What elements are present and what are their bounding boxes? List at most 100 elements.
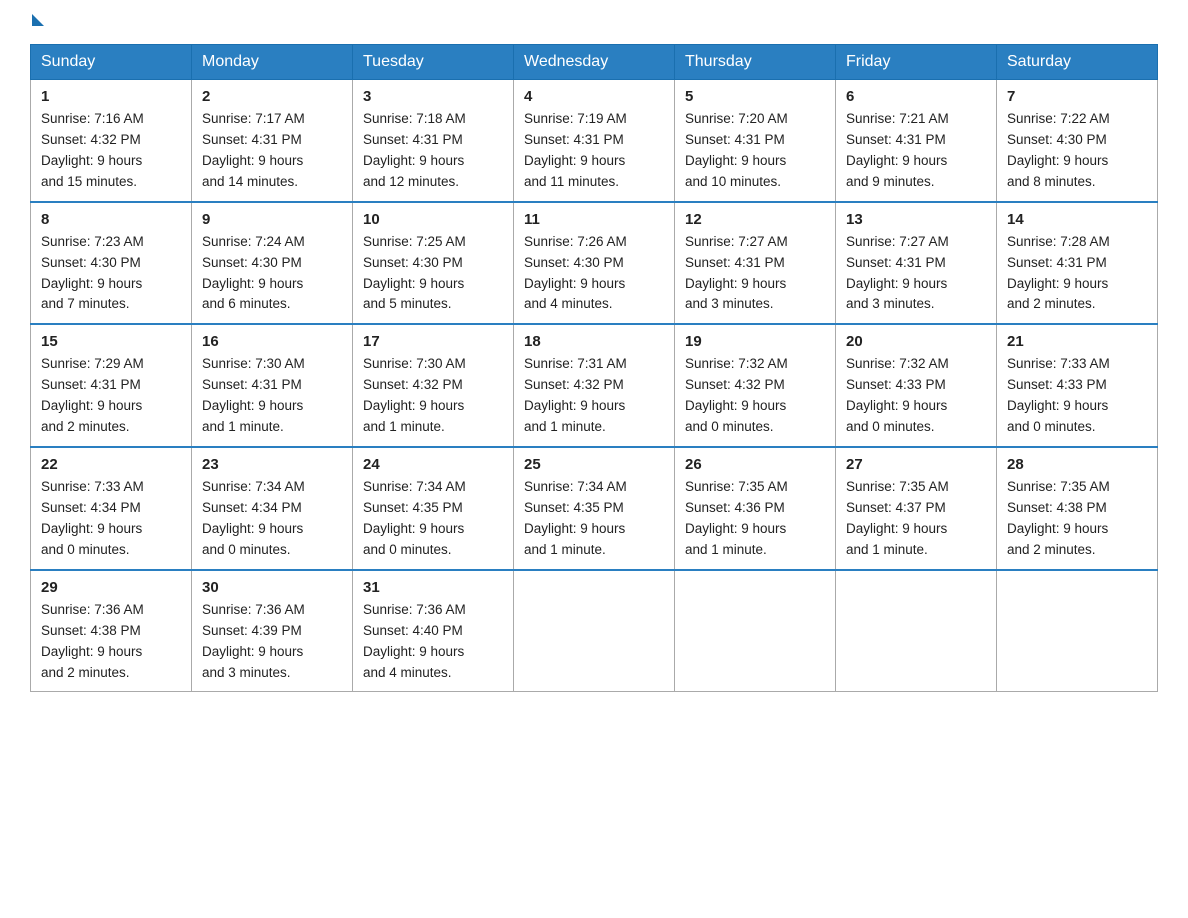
day-number: 23 <box>202 456 342 473</box>
day-info: Sunrise: 7:31 AMSunset: 4:32 PMDaylight:… <box>524 354 664 438</box>
calendar-day-cell: 7 Sunrise: 7:22 AMSunset: 4:30 PMDaylight… <box>997 80 1158 202</box>
day-number: 14 <box>1007 211 1147 228</box>
day-info: Sunrise: 7:35 AMSunset: 4:38 PMDaylight:… <box>1007 477 1147 561</box>
day-info: Sunrise: 7:34 AMSunset: 4:35 PMDaylight:… <box>363 477 503 561</box>
day-number: 17 <box>363 333 503 350</box>
day-number: 4 <box>524 88 664 105</box>
logo-triangle-icon <box>32 14 44 26</box>
calendar-day-cell: 9 Sunrise: 7:24 AMSunset: 4:30 PMDaylight… <box>192 202 353 325</box>
calendar-table: SundayMondayTuesdayWednesdayThursdayFrid… <box>30 44 1158 692</box>
day-number: 1 <box>41 88 181 105</box>
day-info: Sunrise: 7:32 AMSunset: 4:32 PMDaylight:… <box>685 354 825 438</box>
calendar-day-cell: 17 Sunrise: 7:30 AMSunset: 4:32 PMDayligh… <box>353 324 514 447</box>
day-info: Sunrise: 7:34 AMSunset: 4:35 PMDaylight:… <box>524 477 664 561</box>
day-number: 11 <box>524 211 664 228</box>
calendar-day-cell: 30 Sunrise: 7:36 AMSunset: 4:39 PMDayligh… <box>192 570 353 692</box>
calendar-day-cell: 26 Sunrise: 7:35 AMSunset: 4:36 PMDayligh… <box>675 447 836 570</box>
day-info: Sunrise: 7:36 AMSunset: 4:40 PMDaylight:… <box>363 600 503 684</box>
day-number: 9 <box>202 211 342 228</box>
weekday-header-wednesday: Wednesday <box>514 45 675 80</box>
calendar-week-row: 15 Sunrise: 7:29 AMSunset: 4:31 PMDayligh… <box>31 324 1158 447</box>
calendar-day-cell: 8Sunrise: 7:23 AMSunset: 4:30 PMDaylight… <box>31 202 192 325</box>
calendar-day-cell: 5 Sunrise: 7:20 AMSunset: 4:31 PMDaylight… <box>675 80 836 202</box>
day-info: Sunrise: 7:30 AMSunset: 4:32 PMDaylight:… <box>363 354 503 438</box>
calendar-day-cell: 24 Sunrise: 7:34 AMSunset: 4:35 PMDayligh… <box>353 447 514 570</box>
day-number: 18 <box>524 333 664 350</box>
day-number: 30 <box>202 579 342 596</box>
calendar-day-cell: 19 Sunrise: 7:32 AMSunset: 4:32 PMDayligh… <box>675 324 836 447</box>
weekday-header-sunday: Sunday <box>31 45 192 80</box>
calendar-week-row: 29 Sunrise: 7:36 AMSunset: 4:38 PMDayligh… <box>31 570 1158 692</box>
calendar-day-cell: 14Sunrise: 7:28 AMSunset: 4:31 PMDayligh… <box>997 202 1158 325</box>
day-info: Sunrise: 7:24 AMSunset: 4:30 PMDaylight:… <box>202 232 342 316</box>
day-number: 7 <box>1007 88 1147 105</box>
day-number: 6 <box>846 88 986 105</box>
calendar-day-cell: 2 Sunrise: 7:17 AMSunset: 4:31 PMDaylight… <box>192 80 353 202</box>
day-number: 24 <box>363 456 503 473</box>
weekday-header-row: SundayMondayTuesdayWednesdayThursdayFrid… <box>31 45 1158 80</box>
day-info: Sunrise: 7:17 AMSunset: 4:31 PMDaylight:… <box>202 109 342 193</box>
day-number: 31 <box>363 579 503 596</box>
day-info: Sunrise: 7:25 AMSunset: 4:30 PMDaylight:… <box>363 232 503 316</box>
day-info: Sunrise: 7:30 AMSunset: 4:31 PMDaylight:… <box>202 354 342 438</box>
calendar-week-row: 22 Sunrise: 7:33 AMSunset: 4:34 PMDayligh… <box>31 447 1158 570</box>
calendar-day-cell: 31 Sunrise: 7:36 AMSunset: 4:40 PMDayligh… <box>353 570 514 692</box>
day-info: Sunrise: 7:29 AMSunset: 4:31 PMDaylight:… <box>41 354 181 438</box>
calendar-day-cell: 21Sunrise: 7:33 AMSunset: 4:33 PMDayligh… <box>997 324 1158 447</box>
day-number: 5 <box>685 88 825 105</box>
day-info: Sunrise: 7:27 AMSunset: 4:31 PMDaylight:… <box>846 232 986 316</box>
day-number: 27 <box>846 456 986 473</box>
day-number: 15 <box>41 333 181 350</box>
weekday-header-tuesday: Tuesday <box>353 45 514 80</box>
calendar-day-cell: 13 Sunrise: 7:27 AMSunset: 4:31 PMDayligh… <box>836 202 997 325</box>
day-info: Sunrise: 7:34 AMSunset: 4:34 PMDaylight:… <box>202 477 342 561</box>
day-number: 19 <box>685 333 825 350</box>
day-info: Sunrise: 7:36 AMSunset: 4:38 PMDaylight:… <box>41 600 181 684</box>
day-info: Sunrise: 7:21 AMSunset: 4:31 PMDaylight:… <box>846 109 986 193</box>
calendar-day-cell <box>997 570 1158 692</box>
calendar-day-cell: 3Sunrise: 7:18 AMSunset: 4:31 PMDaylight… <box>353 80 514 202</box>
weekday-header-saturday: Saturday <box>997 45 1158 80</box>
day-number: 16 <box>202 333 342 350</box>
calendar-day-cell: 12Sunrise: 7:27 AMSunset: 4:31 PMDayligh… <box>675 202 836 325</box>
day-number: 25 <box>524 456 664 473</box>
day-number: 20 <box>846 333 986 350</box>
calendar-day-cell: 20 Sunrise: 7:32 AMSunset: 4:33 PMDayligh… <box>836 324 997 447</box>
calendar-day-cell: 27 Sunrise: 7:35 AMSunset: 4:37 PMDayligh… <box>836 447 997 570</box>
calendar-week-row: 8Sunrise: 7:23 AMSunset: 4:30 PMDaylight… <box>31 202 1158 325</box>
day-number: 26 <box>685 456 825 473</box>
day-number: 8 <box>41 211 181 228</box>
day-number: 29 <box>41 579 181 596</box>
header <box>30 20 1158 26</box>
day-info: Sunrise: 7:35 AMSunset: 4:37 PMDaylight:… <box>846 477 986 561</box>
calendar-day-cell: 1 Sunrise: 7:16 AMSunset: 4:32 PMDaylight… <box>31 80 192 202</box>
calendar-day-cell: 6 Sunrise: 7:21 AMSunset: 4:31 PMDaylight… <box>836 80 997 202</box>
day-number: 28 <box>1007 456 1147 473</box>
day-number: 10 <box>363 211 503 228</box>
day-info: Sunrise: 7:35 AMSunset: 4:36 PMDaylight:… <box>685 477 825 561</box>
day-info: Sunrise: 7:36 AMSunset: 4:39 PMDaylight:… <box>202 600 342 684</box>
calendar-day-cell: 28 Sunrise: 7:35 AMSunset: 4:38 PMDayligh… <box>997 447 1158 570</box>
day-info: Sunrise: 7:32 AMSunset: 4:33 PMDaylight:… <box>846 354 986 438</box>
calendar-day-cell <box>514 570 675 692</box>
calendar-day-cell: 25 Sunrise: 7:34 AMSunset: 4:35 PMDayligh… <box>514 447 675 570</box>
calendar-day-cell: 11Sunrise: 7:26 AMSunset: 4:30 PMDayligh… <box>514 202 675 325</box>
day-info: Sunrise: 7:16 AMSunset: 4:32 PMDaylight:… <box>41 109 181 193</box>
logo <box>30 20 44 26</box>
calendar-day-cell: 18 Sunrise: 7:31 AMSunset: 4:32 PMDayligh… <box>514 324 675 447</box>
day-info: Sunrise: 7:33 AMSunset: 4:34 PMDaylight:… <box>41 477 181 561</box>
day-number: 3 <box>363 88 503 105</box>
day-number: 22 <box>41 456 181 473</box>
day-info: Sunrise: 7:20 AMSunset: 4:31 PMDaylight:… <box>685 109 825 193</box>
day-info: Sunrise: 7:22 AMSunset: 4:30 PMDaylight:… <box>1007 109 1147 193</box>
calendar-week-row: 1 Sunrise: 7:16 AMSunset: 4:32 PMDaylight… <box>31 80 1158 202</box>
day-number: 2 <box>202 88 342 105</box>
day-number: 13 <box>846 211 986 228</box>
day-number: 21 <box>1007 333 1147 350</box>
weekday-header-friday: Friday <box>836 45 997 80</box>
calendar-day-cell: 23 Sunrise: 7:34 AMSunset: 4:34 PMDayligh… <box>192 447 353 570</box>
calendar-day-cell: 22 Sunrise: 7:33 AMSunset: 4:34 PMDayligh… <box>31 447 192 570</box>
calendar-day-cell <box>836 570 997 692</box>
day-info: Sunrise: 7:27 AMSunset: 4:31 PMDaylight:… <box>685 232 825 316</box>
calendar-day-cell: 16 Sunrise: 7:30 AMSunset: 4:31 PMDayligh… <box>192 324 353 447</box>
